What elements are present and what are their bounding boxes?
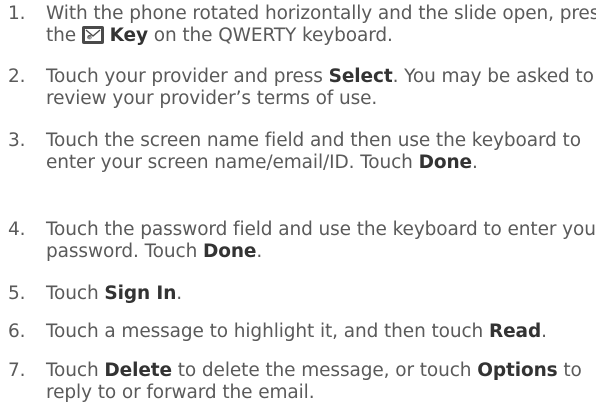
step-5: 5. Touch Sign In. xyxy=(0,283,596,305)
step-text: Touch your provider and press xyxy=(46,66,323,87)
step-text: Touch a message to highlight it, and the… xyxy=(46,321,484,342)
step-number: 3. xyxy=(8,130,26,151)
step-text: Touch the screen name field and then use… xyxy=(46,130,581,173)
step-text: . xyxy=(471,151,478,173)
step-number: 7. xyxy=(8,360,26,381)
step-bold: Options xyxy=(477,360,558,381)
step-bold: Done xyxy=(202,240,257,262)
step-number: 4. xyxy=(8,219,26,240)
step-7: 7. Touch Delete to delete the message, o… xyxy=(0,360,591,403)
step-number: 2. xyxy=(8,66,26,87)
step-bold: Key xyxy=(109,24,148,46)
step-text: on the QWERTY keyboard. xyxy=(153,24,393,46)
step-text: Touch xyxy=(46,283,99,304)
step-text: Touch xyxy=(46,360,99,381)
step-text: . xyxy=(176,283,183,304)
step-bold: Delete xyxy=(104,360,172,381)
step-text: Touch the password field and use the key… xyxy=(46,219,596,262)
step-3: 3. Touch the screen name field and then … xyxy=(0,130,596,173)
step-number: 6. xyxy=(8,321,26,342)
step-2: 2. Touch your provider and press Select.… xyxy=(0,66,596,109)
step-bold: Select xyxy=(328,66,393,87)
svg-text:@: @ xyxy=(88,34,92,39)
step-1: 1. With the phone rotated horizontally a… xyxy=(0,3,596,46)
step-bold: Read xyxy=(488,321,542,342)
step-text: . xyxy=(541,321,547,342)
step-text: . xyxy=(256,240,263,262)
step-4: 4. Touch the password field and use the … xyxy=(0,219,596,262)
step-bold: Done xyxy=(418,151,472,173)
step-6: 6. Touch a message to highlight it, and … xyxy=(0,321,596,343)
email-key-icon: @ xyxy=(81,25,104,44)
step-text: to delete the message, or touch xyxy=(177,360,472,381)
step-bold: Sign In xyxy=(104,283,177,304)
step-number: 5. xyxy=(8,283,26,304)
step-number: 1. xyxy=(8,3,26,24)
